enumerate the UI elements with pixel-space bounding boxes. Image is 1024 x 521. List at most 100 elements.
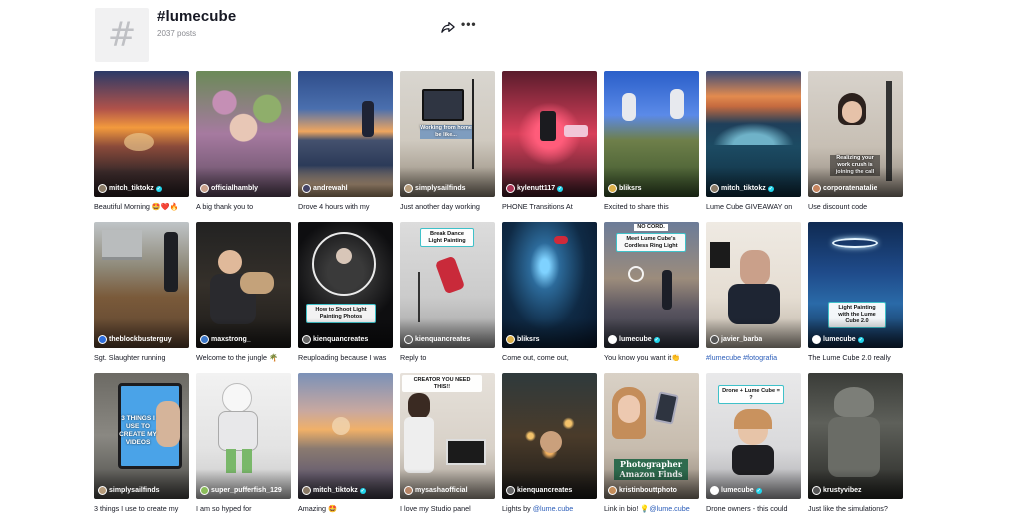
video-thumbnail[interactable]: kylenutt117 ✓ <box>502 71 597 197</box>
video-caption[interactable]: Just like the simulations? <box>808 504 903 514</box>
video-author[interactable]: officialhambly <box>200 184 258 193</box>
video-author[interactable]: javier_barba <box>710 335 762 344</box>
video-card[interactable]: Drone + Lume Cube = ? lumecube ✓ Drone o… <box>706 373 801 517</box>
video-caption[interactable]: I am so hyped for <box>196 504 291 514</box>
video-author[interactable]: lumecube ✓ <box>710 486 762 495</box>
video-author[interactable]: simplysailfinds <box>404 184 466 193</box>
video-caption[interactable]: Reuploading because I was <box>298 353 393 363</box>
video-thumbnail[interactable]: mitch_tiktokz ✓ <box>94 71 189 197</box>
video-thumbnail[interactable]: krustyvibez <box>808 373 903 499</box>
video-author[interactable]: simplysailfinds <box>98 486 160 495</box>
video-thumbnail[interactable]: Light Painting with the Lume Cube 2.0 lu… <box>808 222 903 348</box>
video-card[interactable]: Break Dance Light Painting kienquancreat… <box>400 222 495 366</box>
video-card[interactable]: theblockbusterguy Sgt. Slaughter running <box>94 222 189 366</box>
video-card[interactable]: mitch_tiktokz ✓ Beautiful Morning 🤩❤️🔥 <box>94 71 189 215</box>
video-author[interactable]: super_pufferfish_129 <box>200 486 282 495</box>
video-author[interactable]: kristinbouttphoto <box>608 486 677 495</box>
video-caption[interactable]: The Lume Cube 2.0 really <box>808 353 903 363</box>
video-card[interactable]: 3 THINGS I USE TO CREATE MY VIDEOS simpl… <box>94 373 189 517</box>
video-caption[interactable]: PHONE Transitions At <box>502 202 597 212</box>
video-author[interactable]: kienquancreates <box>302 335 368 344</box>
video-author[interactable]: andrewahl <box>302 184 348 193</box>
video-card[interactable]: officialhambly A big thank you to <box>196 71 291 215</box>
video-caption[interactable]: Come out, come out, <box>502 353 597 363</box>
video-thumbnail[interactable]: bliksrs <box>604 71 699 197</box>
video-thumbnail[interactable]: CREATOR YOU NEED THIS!! mysashaofficial <box>400 373 495 499</box>
video-card[interactable]: krustyvibez Just like the simulations? <box>808 373 903 517</box>
video-card[interactable]: javier_barba #lumecube #fotografia <box>706 222 801 366</box>
video-thumbnail[interactable]: Realizing your work crush is joining the… <box>808 71 903 197</box>
video-thumbnail[interactable]: theblockbusterguy <box>94 222 189 348</box>
video-caption[interactable]: Welcome to the jungle 🌴 <box>196 353 291 363</box>
video-card[interactable]: NO CORD. Meet Lume Cube's Cordless Ring … <box>604 222 699 366</box>
video-author[interactable]: mitch_tiktokz ✓ <box>710 184 774 193</box>
video-thumbnail[interactable]: kienquancreates <box>502 373 597 499</box>
video-thumbnail[interactable]: How to Shoot Light Painting Photos kienq… <box>298 222 393 348</box>
video-thumbnail[interactable]: Break Dance Light Painting kienquancreat… <box>400 222 495 348</box>
share-icon[interactable] <box>441 20 455 34</box>
video-author[interactable]: corporatenatalie <box>812 184 877 193</box>
video-author[interactable]: lumecube ✓ <box>608 335 660 344</box>
hashtag-link[interactable]: #lumecube #fotografia <box>706 353 777 362</box>
video-card[interactable]: How to Shoot Light Painting Photos kienq… <box>298 222 393 366</box>
video-card[interactable]: CREATOR YOU NEED THIS!! mysashaofficial … <box>400 373 495 517</box>
video-thumbnail[interactable]: andrewahl <box>298 71 393 197</box>
video-author[interactable]: kienquancreates <box>506 486 572 495</box>
video-card[interactable]: kylenutt117 ✓ PHONE Transitions At <box>502 71 597 215</box>
video-card[interactable]: Realizing your work crush is joining the… <box>808 71 903 215</box>
video-author[interactable]: kylenutt117 ✓ <box>506 184 564 193</box>
video-thumbnail[interactable]: maxstrong_ <box>196 222 291 348</box>
video-caption[interactable]: Beautiful Morning 🤩❤️🔥 <box>94 202 189 212</box>
video-caption[interactable]: #lumecube #fotografia <box>706 353 801 363</box>
video-thumbnail[interactable]: super_pufferfish_129 <box>196 373 291 499</box>
video-card[interactable]: Light Painting with the Lume Cube 2.0 lu… <box>808 222 903 366</box>
video-caption[interactable]: I love my Studio panel <box>400 504 495 514</box>
video-thumbnail[interactable]: NO CORD. Meet Lume Cube's Cordless Ring … <box>604 222 699 348</box>
video-thumbnail[interactable]: 3 THINGS I USE TO CREATE MY VIDEOS simpl… <box>94 373 189 499</box>
video-thumbnail[interactable]: mitch_tiktokz ✓ <box>298 373 393 499</box>
video-author[interactable]: theblockbusterguy <box>98 335 172 344</box>
video-author[interactable]: mitch_tiktokz ✓ <box>98 184 162 193</box>
video-caption[interactable]: A big thank you to <box>196 202 291 212</box>
video-thumbnail[interactable]: Working from home be like... simplysailf… <box>400 71 495 197</box>
mention-link[interactable]: @lume.cube <box>533 504 573 513</box>
video-thumbnail[interactable]: bliksrs <box>502 222 597 348</box>
video-caption[interactable]: Link in bio! 💡@lume.cube <box>604 504 699 514</box>
video-card[interactable]: super_pufferfish_129 I am so hyped for <box>196 373 291 517</box>
more-options-icon[interactable]: ••• <box>461 18 476 32</box>
video-caption[interactable]: Lume Cube GIVEAWAY on <box>706 202 801 212</box>
mention-link[interactable]: @lume.cube <box>649 504 689 513</box>
video-author[interactable]: mysashaofficial <box>404 486 468 495</box>
video-card[interactable]: kienquancreates Lights by @lume.cube <box>502 373 597 517</box>
video-caption[interactable]: 3 things I use to create my <box>94 504 189 514</box>
video-author[interactable]: lumecube ✓ <box>812 335 864 344</box>
video-author[interactable]: bliksrs <box>506 335 540 344</box>
video-author[interactable]: kienquancreates <box>404 335 470 344</box>
video-author[interactable]: krustyvibez <box>812 486 862 495</box>
video-thumbnail[interactable]: officialhambly <box>196 71 291 197</box>
video-caption[interactable]: Just another day working <box>400 202 495 212</box>
video-caption[interactable]: Reply to <box>400 353 495 363</box>
video-card[interactable]: Working from home be like... simplysailf… <box>400 71 495 215</box>
video-author[interactable]: bliksrs <box>608 184 642 193</box>
video-card[interactable]: mitch_tiktokz ✓ Lume Cube GIVEAWAY on <box>706 71 801 215</box>
video-caption[interactable]: Drone owners - this could <box>706 504 801 514</box>
video-caption[interactable]: Use discount code <box>808 202 903 212</box>
video-card[interactable]: bliksrs Excited to share this <box>604 71 699 215</box>
video-card[interactable]: andrewahl Drove 4 hours with my <box>298 71 393 215</box>
video-author[interactable]: mitch_tiktokz ✓ <box>302 486 366 495</box>
video-thumbnail[interactable]: Photographer Amazon Finds kristinbouttph… <box>604 373 699 499</box>
video-card[interactable]: maxstrong_ Welcome to the jungle 🌴 <box>196 222 291 366</box>
video-caption[interactable]: Lights by @lume.cube <box>502 504 597 514</box>
video-caption[interactable]: Amazing 🤩 <box>298 504 393 514</box>
video-card[interactable]: bliksrs Come out, come out, <box>502 222 597 366</box>
video-thumbnail[interactable]: mitch_tiktokz ✓ <box>706 71 801 197</box>
video-caption[interactable]: Excited to share this <box>604 202 699 212</box>
video-caption[interactable]: Drove 4 hours with my <box>298 202 393 212</box>
video-author[interactable]: maxstrong_ <box>200 335 251 344</box>
video-card[interactable]: mitch_tiktokz ✓ Amazing 🤩 <box>298 373 393 517</box>
video-thumbnail[interactable]: Drone + Lume Cube = ? lumecube ✓ <box>706 373 801 499</box>
video-caption[interactable]: Sgt. Slaughter running <box>94 353 189 363</box>
video-caption[interactable]: You know you want it👏 <box>604 353 699 363</box>
video-thumbnail[interactable]: javier_barba <box>706 222 801 348</box>
